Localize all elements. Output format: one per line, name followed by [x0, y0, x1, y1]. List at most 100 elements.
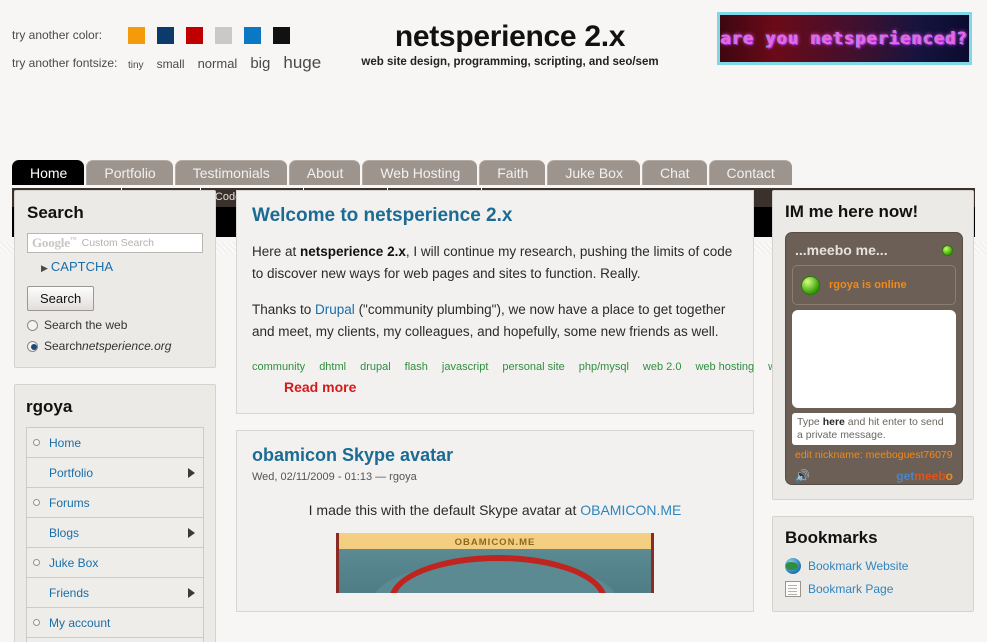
- site-tagline: web site design, programming, scripting,…: [361, 56, 659, 68]
- radio-site-icon: [27, 340, 38, 352]
- menu-item-label: Juke Box: [49, 555, 99, 570]
- site-title: netsperience 2.x: [394, 20, 626, 53]
- read-more-link[interactable]: Read more: [284, 379, 738, 395]
- node-obamicon-title[interactable]: obamicon Skype avatar: [252, 445, 738, 466]
- netsperienced-banner[interactable]: are you netsperienced?: [717, 12, 972, 65]
- fontsize-option-huge[interactable]: huge: [283, 53, 321, 73]
- meebo-nickname-row[interactable]: edit nickname: meeboguest76079: [792, 449, 956, 464]
- menu-item-label: Friends: [49, 585, 90, 600]
- search-scope-site[interactable]: Search netsperience.org: [27, 339, 203, 353]
- para1-bold: netsperience 2.x: [300, 244, 406, 259]
- node-welcome-title[interactable]: Welcome to netsperience 2.x: [252, 205, 738, 227]
- drupal-link[interactable]: Drupal: [315, 302, 355, 317]
- nav-tab-faith[interactable]: Faith: [479, 160, 546, 185]
- menu-item-home[interactable]: Home: [27, 428, 203, 458]
- fontsize-option-small[interactable]: small: [157, 57, 185, 71]
- color-preference-label: try another color:: [12, 28, 103, 42]
- search-scope-site-label: Search: [44, 339, 83, 353]
- color-swatch-black[interactable]: [273, 26, 290, 44]
- captcha-link[interactable]: ▶ CAPTCHA: [41, 259, 203, 274]
- menu-item-juke-box[interactable]: Juke Box: [27, 548, 203, 578]
- nav-tab-juke-box[interactable]: Juke Box: [547, 160, 640, 185]
- globe-icon: [785, 558, 801, 574]
- bookmark-website-row[interactable]: Bookmark Website: [785, 558, 961, 574]
- bullet-icon: [33, 499, 40, 506]
- fontsize-option-tiny[interactable]: tiny: [128, 60, 144, 71]
- caret-right-icon: [188, 587, 195, 598]
- color-swatch-navy[interactable]: [157, 26, 174, 44]
- node-welcome-paragraph-1: Here at netsperience 2.x, I will continu…: [252, 241, 738, 285]
- brand-part-3: o: [945, 469, 953, 483]
- tag-web-2-0[interactable]: web 2.0: [643, 361, 682, 373]
- menu-item-friends[interactable]: Friends: [27, 578, 203, 608]
- im-block-title: IM me here now!: [785, 202, 919, 221]
- menu-item-blogs[interactable]: Blogs: [27, 518, 203, 548]
- input-bold: here: [822, 416, 845, 428]
- tag-php-mysql[interactable]: php/mysql: [579, 361, 629, 373]
- speaker-icon[interactable]: 🔊: [795, 469, 810, 483]
- im-block: IM me here now! ...meebo me... rgoya is …: [772, 190, 974, 500]
- nav-tab-portfolio[interactable]: Portfolio: [86, 160, 173, 185]
- meebo-message-input[interactable]: Type here and hit enter to send a privat…: [792, 413, 956, 445]
- meebo-title: ...meebo me...: [795, 242, 888, 258]
- brand-part-1: get: [896, 469, 915, 483]
- fontsize-option-big[interactable]: big: [250, 55, 270, 72]
- page-icon: [785, 581, 801, 597]
- node-obamicon-body: I made this with the default Skype avata…: [252, 499, 738, 521]
- meebo-header: ...meebo me...: [792, 239, 956, 261]
- meebo-widget[interactable]: ...meebo me... rgoya is online Type here…: [785, 232, 963, 485]
- nav-tab-home[interactable]: Home: [12, 160, 85, 185]
- tag-flash[interactable]: flash: [405, 361, 428, 373]
- nav-tab-contact[interactable]: Contact: [708, 160, 792, 185]
- search-input[interactable]: Google™ Custom Search: [27, 233, 203, 253]
- obamicon-image-label: OBAMICON.ME: [454, 537, 536, 548]
- tag-javascript[interactable]: javascript: [442, 361, 488, 373]
- menu-item-label: Forums: [49, 495, 90, 510]
- nav-tab-testimonials[interactable]: Testimonials: [174, 160, 287, 185]
- menu-item-drupal-image-galleries[interactable]: Drupal Image Galleries: [27, 638, 203, 642]
- menu-item-portfolio[interactable]: Portfolio: [27, 458, 203, 488]
- fontsize-option-normal[interactable]: normal: [198, 56, 238, 71]
- user-menu-list: Home Portfolio Forums Blogs Juke Box Fri…: [26, 427, 204, 642]
- menu-item-forums[interactable]: Forums: [27, 488, 203, 518]
- online-indicator-icon: [801, 275, 820, 295]
- tag-drupal[interactable]: drupal: [360, 361, 391, 373]
- right-sidebar: IM me here now! ...meebo me... rgoya is …: [772, 190, 974, 612]
- meebo-footer: 🔊 getmeebo: [792, 469, 956, 483]
- site-title-group: netsperience 2.x web site design, progra…: [340, 20, 680, 68]
- meebo-chat-area[interactable]: [792, 310, 956, 408]
- search-button[interactable]: Search: [27, 286, 95, 311]
- node-welcome-paragraph-2: Thanks to Drupal ("community plumbing"),…: [252, 299, 738, 343]
- color-swatch-red[interactable]: [186, 26, 203, 44]
- menu-item-my-account[interactable]: My account: [27, 608, 203, 638]
- node-welcome: Welcome to netsperience 2.x Here at nets…: [236, 190, 809, 414]
- color-swatch-list: [128, 26, 290, 44]
- meebo-status-text: rgoya is online: [829, 279, 907, 291]
- para1-pre: Here at: [252, 244, 301, 259]
- color-swatch-blue[interactable]: [244, 26, 261, 44]
- main-content: Welcome to netsperience 2.x Here at nets…: [236, 190, 809, 612]
- menu-item-label: Home: [49, 435, 82, 450]
- captcha-link-label: CAPTCHA: [50, 259, 114, 274]
- get-meebo-logo[interactable]: getmeebo: [896, 469, 953, 483]
- meebo-status-row: rgoya is online: [792, 265, 956, 305]
- menu-item-label: Blogs: [49, 525, 80, 540]
- caret-right-icon: [188, 527, 195, 538]
- color-swatch-gray[interactable]: [215, 26, 232, 44]
- node-obamicon-submitted: Wed, 02/11/2009 - 01:13 — rgoya: [252, 471, 417, 483]
- bullet-icon: [33, 619, 40, 626]
- color-swatch-orange[interactable]: [128, 26, 145, 44]
- obamicon-link[interactable]: OBAMICON.ME: [580, 502, 681, 518]
- tag-web-hosting[interactable]: web hosting: [695, 361, 754, 373]
- tag-personal-site[interactable]: personal site: [502, 361, 564, 373]
- nav-tab-about[interactable]: About: [288, 160, 361, 185]
- bookmark-page-label: Bookmark Page: [808, 582, 894, 596]
- nav-tab-web-hosting[interactable]: Web Hosting: [362, 160, 478, 185]
- tag-dhtml[interactable]: dhtml: [319, 361, 346, 373]
- nav-tab-chat[interactable]: Chat: [641, 160, 707, 185]
- search-scope-site-domain: netsperience.org: [82, 339, 172, 353]
- search-scope-web[interactable]: Search the web: [27, 318, 203, 332]
- tag-community[interactable]: community: [252, 361, 305, 373]
- fontsize-preference-label: try another fontsize:: [12, 56, 118, 70]
- bookmark-page-row[interactable]: Bookmark Page: [785, 581, 961, 597]
